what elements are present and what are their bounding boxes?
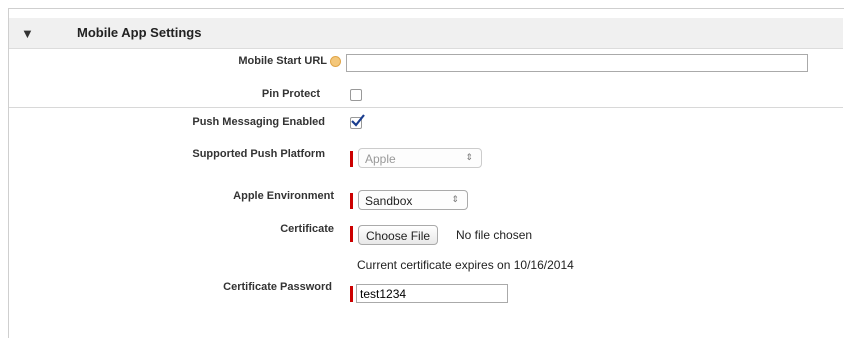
push-platform-label: Supported Push Platform xyxy=(192,148,325,160)
apple-environment-select[interactable]: Sandbox ⇕ xyxy=(358,190,468,210)
required-marker xyxy=(350,151,353,167)
push-messaging-checkbox[interactable] xyxy=(350,114,365,129)
certificate-label: Certificate xyxy=(280,223,334,235)
certificate-password-label: Certificate Password xyxy=(223,281,332,293)
push-platform-value: Apple xyxy=(365,152,396,166)
required-marker xyxy=(350,286,353,302)
push-messaging-label: Push Messaging Enabled xyxy=(192,116,325,128)
required-marker xyxy=(350,193,353,209)
checkmark-icon xyxy=(351,114,365,127)
pin-protect-checkbox[interactable] xyxy=(350,89,362,101)
divider xyxy=(9,107,843,108)
push-platform-select: Apple ⇕ xyxy=(358,148,482,168)
apple-environment-value: Sandbox xyxy=(365,194,413,208)
mobile-start-url-label: Mobile Start URL xyxy=(238,55,327,67)
section-title: Mobile App Settings xyxy=(77,25,202,40)
certificate-expiry-note: Current certificate expires on 10/16/201… xyxy=(357,258,574,272)
collapse-triangle-icon[interactable]: ▼ xyxy=(21,26,34,41)
mobile-start-url-input[interactable] xyxy=(346,54,808,72)
section-header[interactable]: ▼ Mobile App Settings xyxy=(9,18,843,49)
apple-environment-label: Apple Environment xyxy=(233,190,334,202)
required-marker xyxy=(350,226,353,242)
select-arrows-icon: ⇕ xyxy=(451,194,459,204)
help-icon[interactable] xyxy=(330,56,341,67)
choose-file-button[interactable]: Choose File xyxy=(358,225,439,245)
select-arrows-icon: ⇕ xyxy=(465,152,473,162)
file-status-text: No file chosen xyxy=(456,228,533,242)
certificate-password-input[interactable] xyxy=(356,284,508,303)
pin-protect-label: Pin Protect xyxy=(261,88,320,100)
